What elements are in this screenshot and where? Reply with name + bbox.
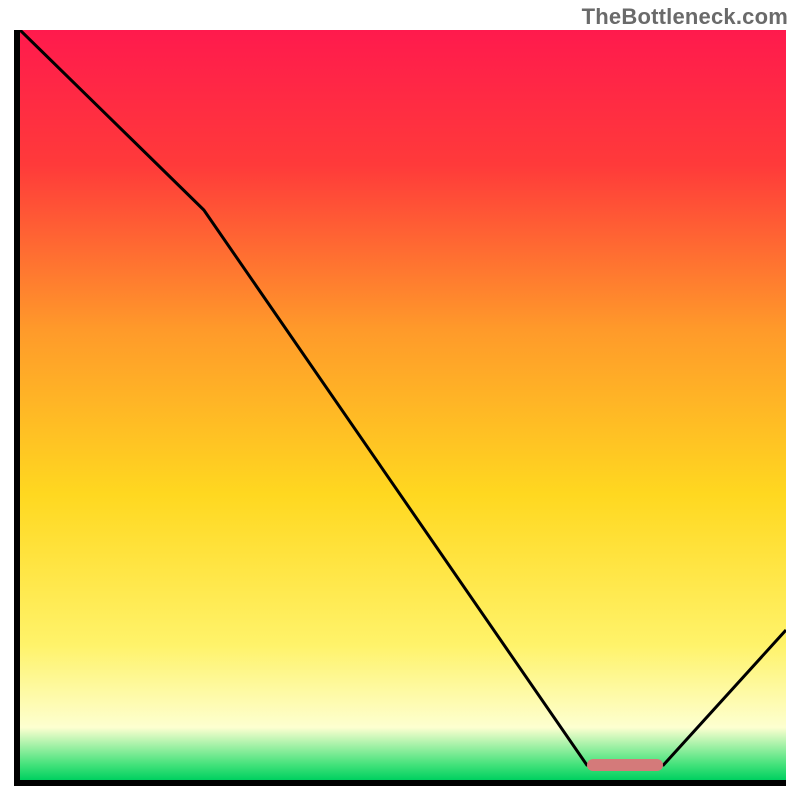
plot-area	[14, 30, 786, 786]
chart-container: TheBottleneck.com	[0, 0, 800, 800]
optimum-marker	[587, 759, 664, 771]
bottleneck-curve	[20, 30, 786, 780]
watermark-text: TheBottleneck.com	[582, 4, 788, 30]
